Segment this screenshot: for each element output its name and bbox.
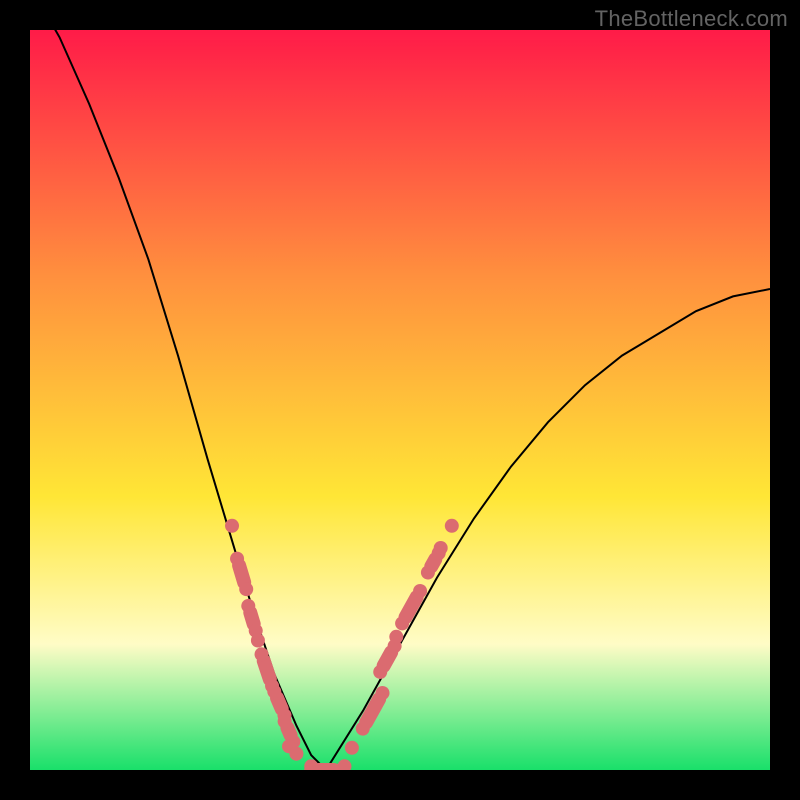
curve-marker-dot [434, 541, 448, 555]
curve-marker-dot [251, 634, 265, 648]
curve-marker-dot [345, 741, 359, 755]
curve-marker-dot [445, 519, 459, 533]
chart-frame: TheBottleneck.com [0, 0, 800, 800]
curve-marker-dot [225, 519, 239, 533]
curve-marker-dot [389, 630, 403, 644]
curve-marker-dot [289, 747, 303, 761]
gradient-background [30, 30, 770, 770]
watermark-text: TheBottleneck.com [595, 6, 788, 32]
plot-area [30, 30, 770, 770]
chart-svg [30, 30, 770, 770]
